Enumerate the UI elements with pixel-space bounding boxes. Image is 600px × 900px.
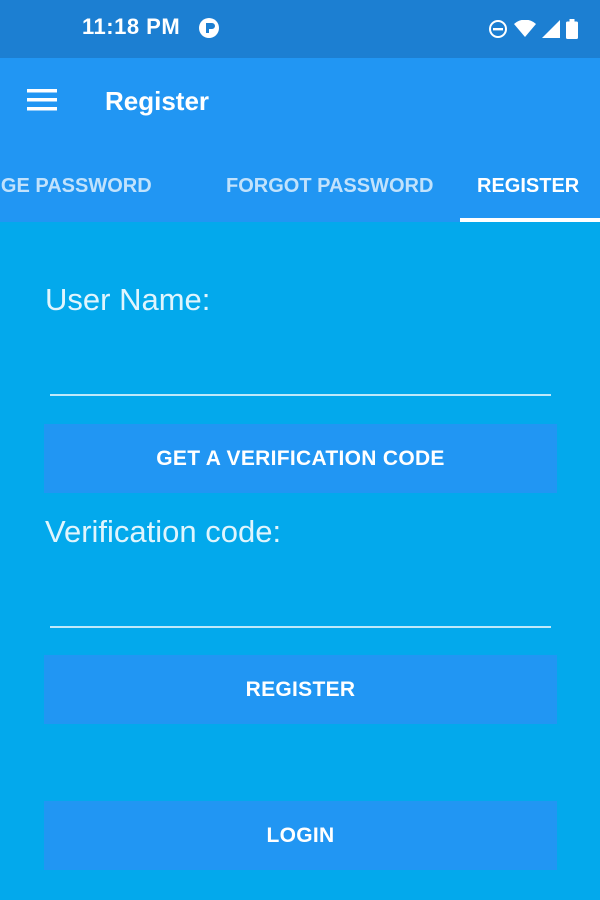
- username-input[interactable]: [50, 346, 551, 396]
- status-time: 11:18 PM: [82, 14, 181, 39]
- cell-signal-icon: [542, 20, 560, 38]
- page-title: Register: [105, 86, 210, 116]
- tab-forgot-password[interactable]: FORGOT PASSWORD: [226, 154, 433, 218]
- wifi-icon: [514, 20, 536, 38]
- verification-code-label: Verification code:: [45, 514, 282, 549]
- username-label: User Name:: [45, 282, 211, 317]
- login-button[interactable]: LOGIN: [44, 801, 557, 870]
- hamburger-menu-icon[interactable]: [22, 84, 62, 116]
- get-verification-code-button[interactable]: GET A VERIFICATION CODE: [44, 424, 557, 493]
- do-not-disturb-icon: [488, 19, 508, 39]
- app-notification-icon: [198, 17, 220, 39]
- tab-register[interactable]: REGISTER: [477, 154, 579, 218]
- register-button[interactable]: REGISTER: [44, 655, 557, 724]
- register-form: User Name: GET A VERIFICATION CODE Verif…: [0, 222, 600, 900]
- status-icons: [488, 17, 578, 41]
- status-bar: 11:18 PM: [0, 0, 600, 58]
- tab-change-password[interactable]: ANGE PASSWORD: [0, 154, 152, 218]
- app-bar: Register ANGE PASSWORD FORGOT PASSWORD R…: [0, 58, 600, 222]
- battery-icon: [566, 19, 578, 39]
- verification-code-input[interactable]: [50, 578, 551, 628]
- tab-bar: ANGE PASSWORD FORGOT PASSWORD REGISTER: [0, 154, 600, 222]
